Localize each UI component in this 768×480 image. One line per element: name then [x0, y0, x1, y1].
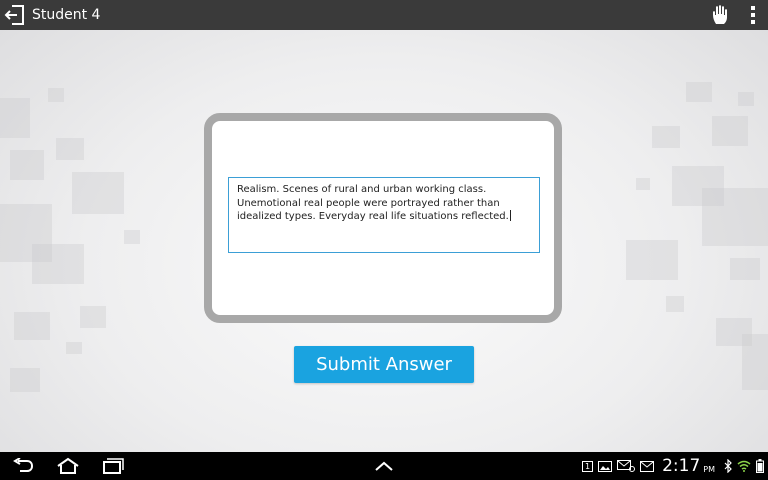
- bg-square: [48, 88, 64, 102]
- screen: Student 4 Realism. Scenes of rural and u…: [0, 0, 768, 480]
- bg-square: [738, 92, 754, 106]
- up-chevron-icon: [375, 461, 393, 471]
- text-caret: [509, 210, 511, 221]
- bluetooth-icon: [724, 459, 732, 473]
- bg-square: [666, 296, 684, 312]
- bg-square: [10, 150, 44, 180]
- bg-square: [730, 258, 760, 280]
- recent-apps-button[interactable]: [100, 452, 126, 480]
- raise-hand-icon: [713, 5, 727, 24]
- bg-square: [14, 312, 50, 340]
- gallery-status-icon: [598, 460, 613, 472]
- bg-square: [72, 172, 124, 214]
- home-button[interactable]: [54, 452, 82, 480]
- overflow-menu-icon: [751, 6, 755, 24]
- bg-square: [80, 306, 106, 328]
- overflow-menu-button[interactable]: [742, 0, 764, 30]
- bg-square: [702, 188, 768, 246]
- exit-button[interactable]: [2, 0, 28, 30]
- raise-hand-button[interactable]: [706, 0, 736, 30]
- battery-icon: [756, 459, 764, 473]
- back-icon: [13, 458, 34, 472]
- page-title: Student 4: [32, 7, 101, 23]
- recent-apps-icon: [103, 458, 124, 474]
- home-icon: [57, 457, 79, 474]
- bg-square: [652, 126, 680, 148]
- clock-time: 2:17: [662, 456, 701, 476]
- notification-count-label: 1: [581, 460, 594, 472]
- bg-square: [636, 178, 650, 190]
- submit-answer-button[interactable]: Submit Answer: [294, 346, 474, 383]
- bg-square: [56, 138, 84, 160]
- answer-card: Realism. Scenes of rural and urban worki…: [204, 113, 562, 323]
- bg-square: [686, 82, 712, 102]
- bg-square: [626, 240, 678, 280]
- status-area[interactable]: 1 2:17 PM: [577, 452, 764, 480]
- back-button[interactable]: [10, 452, 36, 480]
- bg-square: [742, 334, 768, 390]
- gmail-status-icon: [640, 460, 655, 472]
- answer-text: Realism. Scenes of rural and urban worki…: [237, 184, 509, 222]
- clock-ampm: PM: [703, 465, 715, 474]
- bg-square: [10, 368, 40, 392]
- bg-square: [712, 116, 748, 146]
- email-status-icon: [617, 460, 636, 472]
- bg-square: [66, 342, 82, 354]
- action-bar: Student 4: [0, 0, 768, 30]
- notification-count: 1: [581, 460, 594, 472]
- bg-square: [0, 98, 30, 138]
- expand-button[interactable]: [372, 452, 396, 480]
- wifi-icon: [737, 460, 751, 472]
- system-nav-bar: 1 2:17 PM: [0, 452, 768, 480]
- bg-square: [124, 230, 140, 244]
- exit-icon: [4, 5, 24, 25]
- answer-input[interactable]: Realism. Scenes of rural and urban worki…: [228, 177, 540, 253]
- bg-square: [32, 244, 84, 284]
